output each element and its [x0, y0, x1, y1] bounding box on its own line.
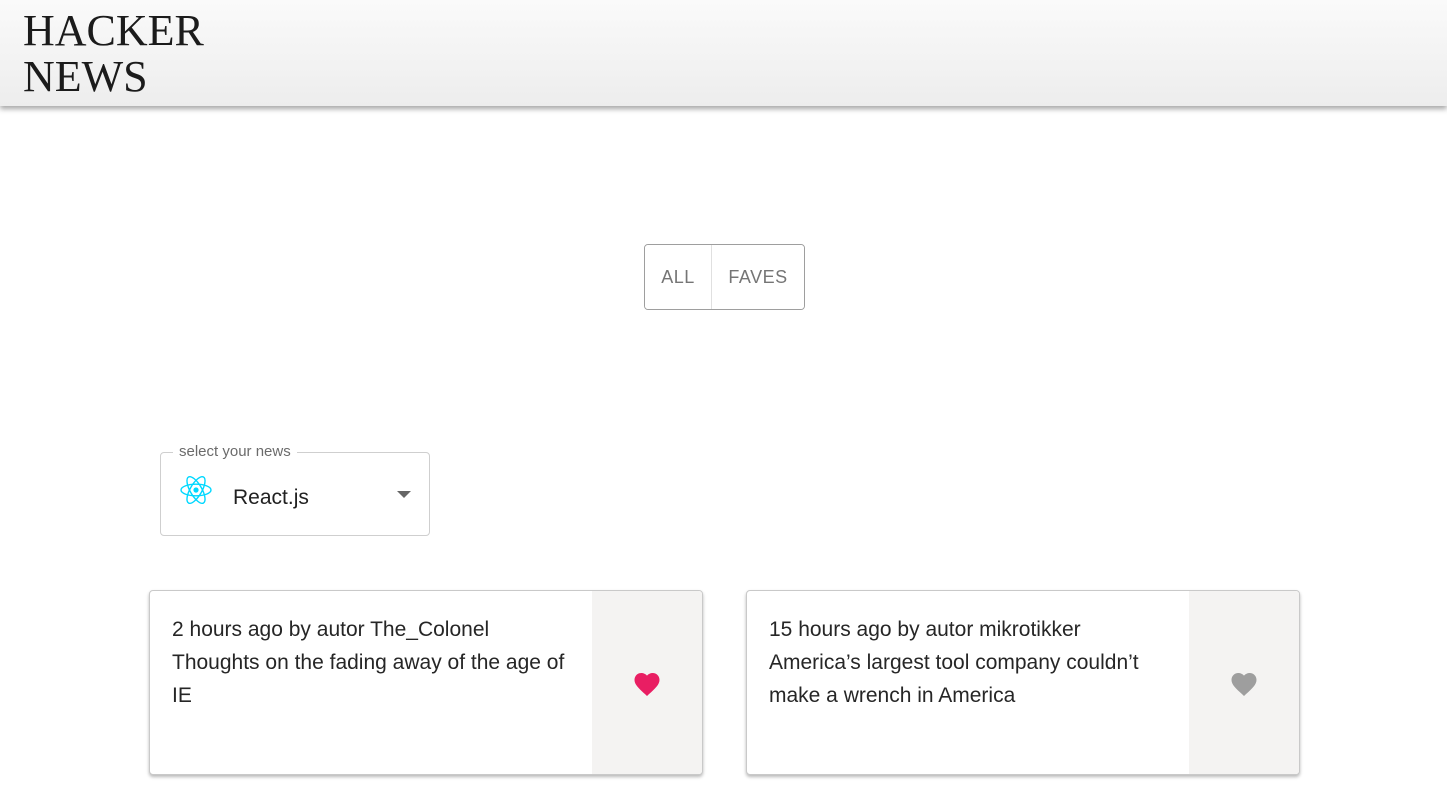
logo-line-2: NEWS: [23, 52, 148, 101]
filter-toggle-group: ALL FAVES: [644, 244, 805, 310]
all-toggle-button[interactable]: ALL: [645, 245, 712, 309]
dropdown-arrow-icon[interactable]: [397, 491, 411, 498]
favorite-toggle[interactable]: [1189, 591, 1299, 774]
news-card-title[interactable]: Thoughts on the fading away of the age o…: [172, 646, 572, 712]
news-card-title[interactable]: America’s largest tool company couldn’t …: [769, 646, 1169, 712]
news-card[interactable]: 2 hours ago by autor The_Colonel Thought…: [149, 590, 703, 775]
heart-icon[interactable]: [1229, 669, 1259, 697]
logo-line-1: HACKER: [23, 6, 204, 55]
app-logo[interactable]: HACKER NEWS: [23, 8, 223, 100]
news-card-meta: 15 hours ago by autor mikrotikker: [769, 618, 1081, 641]
news-select[interactable]: select your news React.js: [160, 443, 430, 536]
news-card-text: 15 hours ago by autor mikrotikker Americ…: [769, 613, 1169, 712]
heart-icon[interactable]: [632, 669, 662, 697]
app-header: HACKER NEWS: [0, 0, 1447, 106]
news-select-label: select your news: [173, 443, 297, 461]
heart-icon-shape: [1231, 672, 1257, 696]
heart-icon-shape: [634, 672, 660, 696]
favorite-toggle[interactable]: [592, 591, 702, 774]
news-card[interactable]: 15 hours ago by autor mikrotikker Americ…: [746, 590, 1300, 775]
news-select-value: React.js: [233, 486, 309, 509]
faves-toggle-button[interactable]: FAVES: [712, 245, 804, 309]
news-card-text: 2 hours ago by autor The_Colonel Thought…: [172, 613, 572, 712]
react-icon: [180, 475, 212, 505]
news-card-meta: 2 hours ago by autor The_Colonel: [172, 618, 490, 641]
